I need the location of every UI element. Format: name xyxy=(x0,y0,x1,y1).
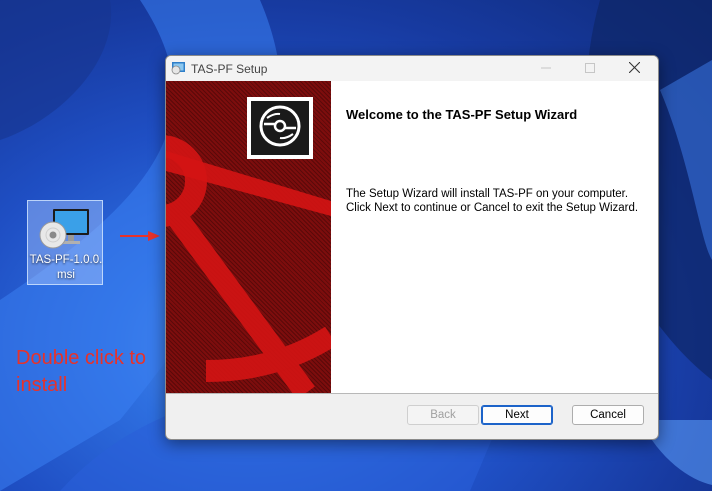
window-title: TAS-PF Setup xyxy=(191,62,268,76)
wizard-content: Welcome to the TAS-PF Setup Wizard The S… xyxy=(331,81,658,393)
back-button[interactable]: Back xyxy=(407,405,479,425)
titlebar[interactable]: TAS-PF Setup xyxy=(166,56,658,81)
footer-divider xyxy=(166,393,658,394)
maximize-icon xyxy=(585,60,595,78)
desktop-file-msi[interactable]: TAS-PF-1.0.0.msi xyxy=(27,200,103,285)
wizard-description: The Setup Wizard will install TAS-PF on … xyxy=(346,188,639,214)
close-button[interactable] xyxy=(612,56,656,81)
maximize-button[interactable] xyxy=(568,56,612,81)
next-button[interactable]: Next xyxy=(481,405,553,425)
setup-window: TAS-PF Setup Welcome to the TAS-PF Setup… xyxy=(165,55,659,440)
install-hint-text: Double click to install xyxy=(16,347,147,396)
welcome-heading: Welcome to the TAS-PF Setup Wizard xyxy=(346,107,578,122)
minimize-button[interactable] xyxy=(524,56,568,81)
installer-app-icon xyxy=(171,61,186,80)
desktop-file-label: TAS-PF-1.0.0.msi xyxy=(29,254,103,281)
wizard-banner xyxy=(166,81,331,393)
red-arrow-annotation xyxy=(120,231,160,241)
msi-installer-icon xyxy=(39,205,93,256)
minimize-icon xyxy=(541,60,551,78)
close-icon xyxy=(628,60,640,78)
cancel-button[interactable]: Cancel xyxy=(572,405,644,425)
disc-icon xyxy=(258,104,302,153)
product-logo xyxy=(247,97,313,159)
